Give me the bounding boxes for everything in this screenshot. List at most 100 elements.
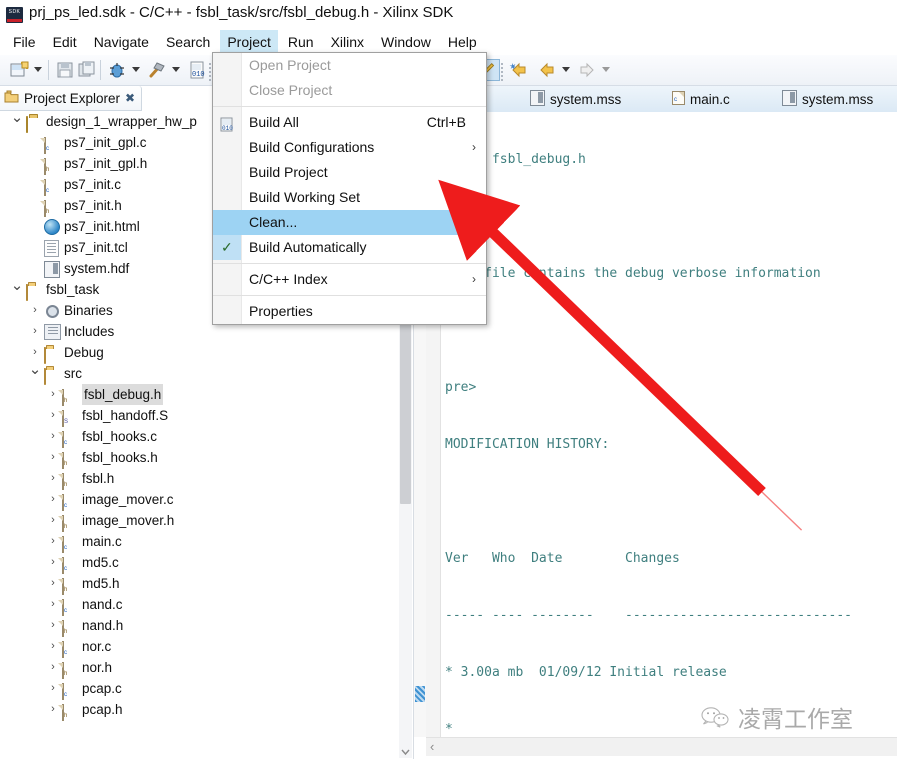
ruler-occurrence-marker[interactable] bbox=[415, 686, 425, 702]
menu-separator bbox=[213, 106, 486, 107]
tree-item-pcap-c[interactable]: › c pcap.c bbox=[0, 678, 400, 700]
menu-file[interactable]: File bbox=[6, 30, 43, 55]
chevron-down-icon[interactable]: ⌄ bbox=[10, 111, 24, 125]
watermark-text: 凌霄工作室 bbox=[738, 707, 853, 733]
c-file-icon: c bbox=[44, 177, 60, 196]
back-with-star-icon[interactable] bbox=[508, 59, 530, 81]
chevron-right-icon[interactable]: › bbox=[28, 321, 42, 342]
new-icon[interactable] bbox=[8, 59, 30, 81]
tree-item-label: pcap.c bbox=[82, 681, 122, 696]
scroll-down-arrow-icon[interactable] bbox=[399, 745, 412, 758]
window-title: prj_ps_led.sdk - C/C++ - fsbl_task/src/f… bbox=[29, 4, 454, 21]
code-token-comment: MODIFICATION HISTORY: bbox=[445, 437, 610, 452]
debug-icon[interactable] bbox=[106, 59, 128, 81]
tab-project-explorer[interactable]: Project Explorer ✖ bbox=[0, 86, 143, 111]
forward-dropdown-arrow[interactable] bbox=[602, 67, 610, 72]
menu-navigate[interactable]: Navigate bbox=[87, 30, 156, 55]
menu-search[interactable]: Search bbox=[159, 30, 217, 55]
tree-item-pcap-h[interactable]: › h pcap.h bbox=[0, 699, 400, 721]
tree-item-image-mover-h[interactable]: › h image_mover.h bbox=[0, 510, 400, 532]
forward-icon[interactable] bbox=[576, 59, 598, 81]
tree-item-label: ps7_init.h bbox=[64, 198, 122, 213]
build-dropdown-arrow[interactable] bbox=[172, 67, 180, 72]
source-code-view[interactable]: @file fsbl_debug.h This file contains th… bbox=[442, 112, 897, 737]
tree-item-label: ps7_init.c bbox=[64, 177, 122, 192]
chevron-down-icon[interactable]: ⌄ bbox=[28, 362, 42, 377]
close-icon[interactable]: ✖ bbox=[125, 91, 135, 105]
tree-item-src[interactable]: ⌄ src bbox=[0, 362, 400, 385]
tree-item-main-c[interactable]: › c main.c bbox=[0, 531, 400, 553]
debug-dropdown-arrow[interactable] bbox=[132, 67, 140, 72]
chevron-right-icon[interactable]: › bbox=[28, 342, 42, 363]
tree-item-fsbl-hooks-c[interactable]: › c fsbl_hooks.c bbox=[0, 426, 400, 448]
menu-item-clean[interactable]: Clean... bbox=[213, 210, 486, 235]
menu-item-label: Close Project bbox=[249, 82, 333, 98]
tree-item-image-mover-c[interactable]: › c image_mover.c bbox=[0, 489, 400, 511]
toolbar-grip[interactable] bbox=[501, 61, 504, 81]
menu-item-build-working-set[interactable]: Build Working Set › bbox=[213, 185, 486, 210]
menu-item-build-automatically[interactable]: ✓ Build Automatically bbox=[213, 235, 486, 260]
project-icon bbox=[26, 114, 42, 133]
html-file-icon bbox=[44, 219, 60, 235]
h-file-icon: h bbox=[62, 702, 78, 721]
menu-item-open-project[interactable]: Open Project bbox=[213, 53, 486, 78]
editor-tab-system-mss[interactable]: system.mss bbox=[774, 86, 881, 112]
s-file-icon: S bbox=[62, 408, 78, 427]
menu-item-label: Open Project bbox=[249, 57, 331, 73]
tree-item-fsbl-h[interactable]: › h fsbl.h bbox=[0, 468, 400, 490]
scroll-left-arrow-icon[interactable]: ‹ bbox=[430, 739, 434, 754]
tree-item-label: fsbl.h bbox=[82, 471, 115, 486]
toolbar-separator bbox=[48, 60, 49, 80]
editor-tab-main-c[interactable]: c main.c bbox=[664, 86, 738, 112]
c-file-icon: c bbox=[44, 135, 60, 154]
tree-item-md5-c[interactable]: › c md5.c bbox=[0, 552, 400, 574]
menu-item-build-all[interactable]: 010 Build All Ctrl+B bbox=[213, 110, 486, 135]
menu-item-c-c-index[interactable]: C/C++ Index › bbox=[213, 267, 486, 292]
tree-item-label: system.hdf bbox=[64, 261, 130, 276]
back-icon[interactable] bbox=[536, 59, 558, 81]
tree-item-fsbl-handoff-s[interactable]: › Sfsbl_handoff.S bbox=[0, 405, 400, 427]
binary-icon[interactable]: 010 bbox=[186, 59, 208, 81]
tcl-file-icon bbox=[44, 240, 60, 257]
menu-separator bbox=[213, 263, 486, 264]
chevron-down-icon[interactable]: ⌄ bbox=[10, 278, 24, 293]
chevron-right-icon: › bbox=[472, 190, 476, 204]
project-menu-dropdown[interactable]: Open Project Close Project 010 Build All Ctr… bbox=[212, 52, 487, 325]
c-file-icon: c bbox=[62, 597, 78, 616]
c-file-icon: c bbox=[62, 639, 78, 658]
menu-item-build-project[interactable]: Build Project bbox=[213, 160, 486, 185]
tree-item-fsbl-hooks-h[interactable]: › h fsbl_hooks.h bbox=[0, 447, 400, 469]
tree-item-label: main.c bbox=[82, 534, 122, 549]
save-all-icon[interactable] bbox=[76, 59, 98, 81]
tree-item-nand-h[interactable]: › h nand.h bbox=[0, 615, 400, 637]
menu-item-label: Build Automatically bbox=[249, 239, 367, 255]
code-line: * 3.00a mb 01/09/12 Initial release bbox=[442, 663, 897, 682]
menu-item-build-configurations[interactable]: Build Configurations › bbox=[213, 135, 486, 160]
save-icon[interactable] bbox=[54, 59, 76, 81]
menu-item-properties[interactable]: Properties bbox=[213, 299, 486, 324]
tree-item-label: image_mover.c bbox=[82, 492, 174, 507]
code-line: MODIFICATION HISTORY: bbox=[442, 435, 897, 454]
build-hammer-icon[interactable] bbox=[146, 59, 168, 81]
code-token-comment: pre> bbox=[445, 380, 477, 395]
tree-item-label: Binaries bbox=[64, 303, 113, 318]
menu-edit[interactable]: Edit bbox=[46, 30, 84, 55]
editor-tab-label: system.mss bbox=[550, 91, 622, 107]
new-dropdown-arrow[interactable] bbox=[34, 67, 42, 72]
tree-item-fsbl-debug-h[interactable]: › h fsbl_debug.h bbox=[0, 384, 400, 406]
tree-item-md5-h[interactable]: › h md5.h bbox=[0, 573, 400, 595]
tree-item-debug[interactable]: › Debug bbox=[0, 342, 400, 364]
tree-item-nand-c[interactable]: › c nand.c bbox=[0, 594, 400, 616]
tree-item-nor-c[interactable]: › c nor.c bbox=[0, 636, 400, 658]
editor-tab-label: system.mss bbox=[802, 91, 874, 107]
editor-horizontal-scrollbar[interactable]: ‹ bbox=[426, 737, 897, 756]
editor-tab-system-mss[interactable]: system.mss bbox=[522, 86, 629, 112]
menu-item-close-project[interactable]: Close Project bbox=[213, 78, 486, 103]
back-dropdown-arrow[interactable] bbox=[562, 67, 570, 72]
chevron-right-icon[interactable]: › bbox=[28, 300, 42, 321]
tree-item-label: fsbl_debug.h bbox=[82, 384, 164, 405]
tree-item-nor-h[interactable]: › h nor.h bbox=[0, 657, 400, 679]
svg-text:010: 010 bbox=[222, 125, 233, 132]
sdk-icon-stripe bbox=[7, 19, 22, 22]
code-line: pre> bbox=[442, 378, 897, 397]
